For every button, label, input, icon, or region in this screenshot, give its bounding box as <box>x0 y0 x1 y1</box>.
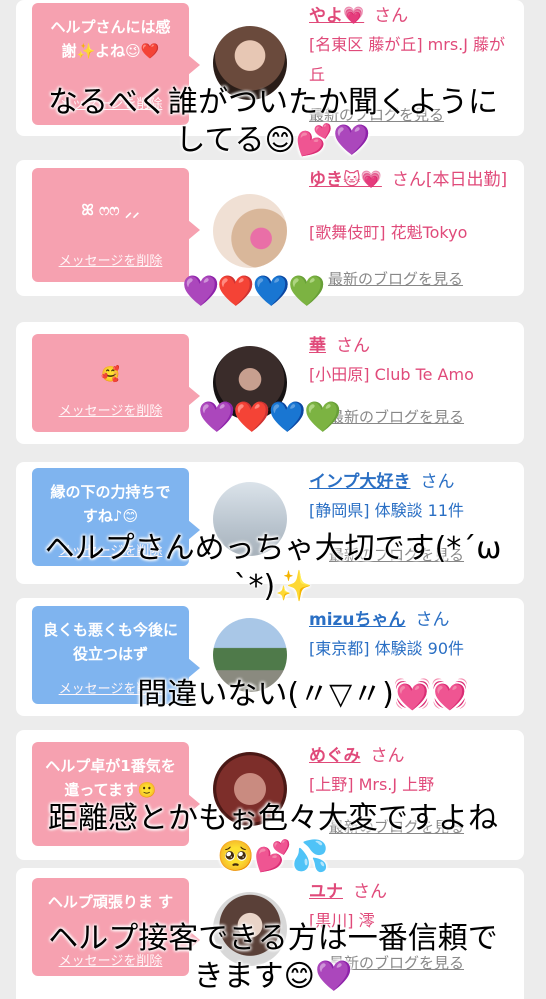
shop-info: [東京都] 体験談 90件 <box>309 639 465 658</box>
sender-name-link[interactable]: インプ大好き <box>309 472 411 492</box>
latest-blog-link[interactable]: 最新のブログを見る <box>329 406 464 427</box>
hearts-overlay: 💜❤️💙💚 <box>182 274 325 309</box>
sender-name-link[interactable]: めぐみ <box>309 746 361 766</box>
attendance-status: [本日出勤] <box>425 170 508 190</box>
message-text: 良くも悪くも今後に役立つはず <box>42 621 178 663</box>
delete-message-link[interactable]: メッセージを削除 <box>32 250 189 269</box>
shop-info: [歌舞伎町] 花魁Tokyo <box>309 223 468 242</box>
message-bubble: 🥰 メッセージを削除 <box>32 334 200 432</box>
honorific: さん <box>370 746 405 766</box>
avatar[interactable] <box>213 194 287 268</box>
caption-overlay: なるべく誰がついたか聞くように してる😊💕💜 <box>48 85 498 158</box>
honorific: さん <box>374 6 409 26</box>
sender-name-link[interactable]: ゆき🐱💗 <box>309 170 382 190</box>
caption-overlay: ヘルプ接客できる方は一番信頼で きます😊💜 <box>48 921 498 994</box>
message-bubble: ꕤ ෆෆ ⸝⸝ メッセージを削除 <box>32 168 200 282</box>
honorific: さん <box>420 472 455 492</box>
shop-info: [小田原] Club Te Amo <box>309 365 474 384</box>
message-text: ヘルプ頑張りま す <box>47 893 174 911</box>
latest-blog-link[interactable]: 最新のブログを見る <box>328 268 463 289</box>
message-text: ヘルプ卓が1番気を遣ってます🙂 <box>45 757 176 799</box>
shop-info: [名東区 藤が丘] mrs.J 藤が丘 <box>309 35 506 84</box>
caption-overlay: 距離感とかもぉ色々大変ですよね 🥺💕💦 <box>48 801 498 874</box>
sender-name-link[interactable]: mizuちゃん <box>309 610 406 630</box>
delete-message-link[interactable]: メッセージを削除 <box>32 400 189 419</box>
honorific: さん <box>391 170 426 190</box>
shop-info: [上野] Mrs.J 上野 <box>309 775 435 794</box>
shop-info: [静岡県] 体験談 11件 <box>309 501 465 520</box>
honorific: さん <box>353 882 387 902</box>
caption-overlay: ヘルプさんめっちゃ大切です(*´ω `*)✨ <box>44 531 502 604</box>
caption-overlay: 間違いない(〃▽〃)💓💓 <box>137 677 469 712</box>
sender-name-link[interactable]: やよ💗 <box>309 6 364 26</box>
sender-name-link[interactable]: ユナ <box>309 882 343 902</box>
honorific: さん <box>415 610 450 630</box>
message-text: ꕤ ෆෆ ⸝⸝ <box>81 201 140 219</box>
message-text: 🥰 <box>101 365 120 383</box>
sender-name-link[interactable]: 華 <box>309 336 326 356</box>
honorific: さん <box>336 336 370 356</box>
hearts-overlay: 💜❤️💙💚 <box>198 400 341 435</box>
message-text: 縁の下の力持ちですね♪😊 <box>50 483 171 525</box>
message-text: ヘルプさんには感謝✨よね😉❤️ <box>50 18 171 60</box>
